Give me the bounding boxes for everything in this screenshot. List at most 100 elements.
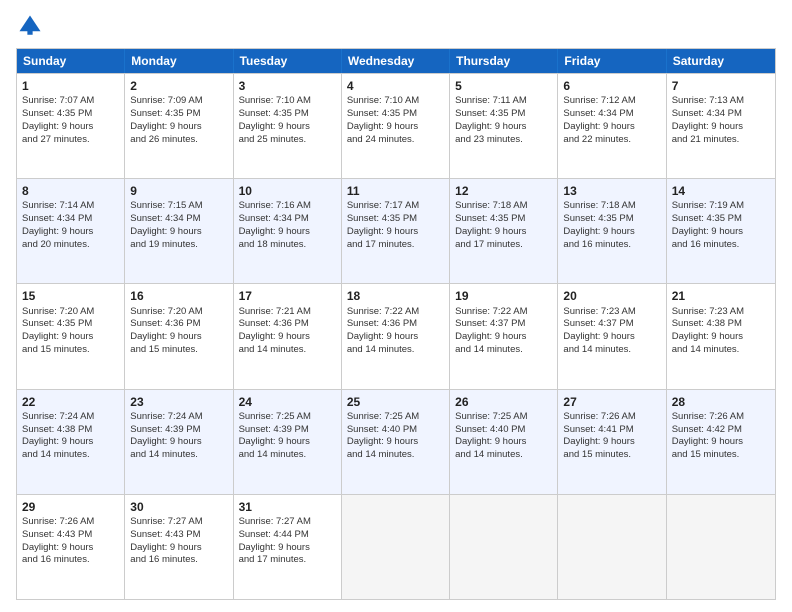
day-info-line: Sunrise: 7:26 AM	[22, 516, 119, 529]
day-number: 26	[455, 394, 552, 410]
calendar-cell-15: 15Sunrise: 7:20 AMSunset: 4:35 PMDayligh…	[17, 284, 125, 388]
day-info-line: Sunrise: 7:22 AM	[347, 306, 444, 319]
day-info-line: Daylight: 9 hours	[455, 121, 552, 134]
day-info-line: Sunset: 4:34 PM	[130, 213, 227, 226]
day-info-line: and 14 minutes.	[455, 344, 552, 357]
day-info-line: and 15 minutes.	[22, 344, 119, 357]
day-info-line: and 17 minutes.	[347, 239, 444, 252]
day-info-line: Sunset: 4:34 PM	[563, 108, 660, 121]
day-info-line: Sunrise: 7:23 AM	[563, 306, 660, 319]
day-header-friday: Friday	[558, 49, 666, 73]
day-info-line: Sunset: 4:40 PM	[347, 424, 444, 437]
day-info-line: Daylight: 9 hours	[239, 542, 336, 555]
day-info-line: Sunset: 4:39 PM	[239, 424, 336, 437]
day-info-line: Daylight: 9 hours	[347, 331, 444, 344]
calendar-cell-3: 3Sunrise: 7:10 AMSunset: 4:35 PMDaylight…	[234, 74, 342, 178]
calendar: SundayMondayTuesdayWednesdayThursdayFrid…	[16, 48, 776, 600]
day-info-line: and 19 minutes.	[130, 239, 227, 252]
day-info-line: Daylight: 9 hours	[22, 331, 119, 344]
calendar-cell-10: 10Sunrise: 7:16 AMSunset: 4:34 PMDayligh…	[234, 179, 342, 283]
calendar-cell-16: 16Sunrise: 7:20 AMSunset: 4:36 PMDayligh…	[125, 284, 233, 388]
day-info-line: Sunrise: 7:11 AM	[455, 95, 552, 108]
day-info-line: Sunrise: 7:27 AM	[239, 516, 336, 529]
day-info-line: and 26 minutes.	[130, 134, 227, 147]
day-number: 9	[130, 183, 227, 199]
day-info-line: Daylight: 9 hours	[455, 331, 552, 344]
day-info-line: Sunrise: 7:18 AM	[563, 200, 660, 213]
day-header-tuesday: Tuesday	[234, 49, 342, 73]
calendar-cell-29: 29Sunrise: 7:26 AMSunset: 4:43 PMDayligh…	[17, 495, 125, 599]
day-info-line: and 25 minutes.	[239, 134, 336, 147]
day-number: 23	[130, 394, 227, 410]
calendar-row-2: 8Sunrise: 7:14 AMSunset: 4:34 PMDaylight…	[17, 178, 775, 283]
calendar-cell-23: 23Sunrise: 7:24 AMSunset: 4:39 PMDayligh…	[125, 390, 233, 494]
day-header-saturday: Saturday	[667, 49, 775, 73]
calendar-cell-19: 19Sunrise: 7:22 AMSunset: 4:37 PMDayligh…	[450, 284, 558, 388]
day-info-line: Sunrise: 7:21 AM	[239, 306, 336, 319]
day-info-line: Sunset: 4:36 PM	[347, 318, 444, 331]
day-info-line: Daylight: 9 hours	[22, 121, 119, 134]
day-number: 6	[563, 78, 660, 94]
day-number: 25	[347, 394, 444, 410]
day-info-line: Daylight: 9 hours	[22, 542, 119, 555]
day-info-line: Sunrise: 7:10 AM	[239, 95, 336, 108]
calendar-cell-13: 13Sunrise: 7:18 AMSunset: 4:35 PMDayligh…	[558, 179, 666, 283]
calendar-cell-18: 18 Sunrise: 7:22 AMSunset: 4:36 PMDayligh…	[342, 284, 450, 388]
day-info-line: Daylight: 9 hours	[22, 436, 119, 449]
day-info-line: Sunrise: 7:25 AM	[455, 411, 552, 424]
day-info-line: Sunset: 4:37 PM	[563, 318, 660, 331]
calendar-cell-5: 5Sunrise: 7:11 AMSunset: 4:35 PMDaylight…	[450, 74, 558, 178]
logo-icon	[16, 12, 44, 40]
day-info-line: and 24 minutes.	[347, 134, 444, 147]
day-info-line: Daylight: 9 hours	[347, 121, 444, 134]
day-info-line: Sunset: 4:39 PM	[130, 424, 227, 437]
day-info-line: Sunset: 4:34 PM	[22, 213, 119, 226]
day-info-line: Daylight: 9 hours	[563, 226, 660, 239]
calendar-cell-26: 26Sunrise: 7:25 AMSunset: 4:40 PMDayligh…	[450, 390, 558, 494]
day-info-line: Sunrise: 7:12 AM	[563, 95, 660, 108]
day-info-line: Sunset: 4:35 PM	[347, 213, 444, 226]
day-info-line: Sunrise: 7:24 AM	[22, 411, 119, 424]
day-info-line: and 14 minutes.	[672, 344, 770, 357]
day-info-line: Sunset: 4:35 PM	[455, 108, 552, 121]
day-info-line: and 16 minutes.	[672, 239, 770, 252]
calendar-cell-11: 11Sunrise: 7:17 AMSunset: 4:35 PMDayligh…	[342, 179, 450, 283]
calendar-row-4: 22Sunrise: 7:24 AMSunset: 4:38 PMDayligh…	[17, 389, 775, 494]
day-info-line: Sunrise: 7:13 AM	[672, 95, 770, 108]
day-info-line: Sunrise: 7:26 AM	[672, 411, 770, 424]
day-info-line: Sunset: 4:36 PM	[239, 318, 336, 331]
empty-cell	[450, 495, 558, 599]
day-info-line: Sunset: 4:35 PM	[130, 108, 227, 121]
day-info-line: Sunset: 4:35 PM	[455, 213, 552, 226]
day-info-line: Daylight: 9 hours	[347, 436, 444, 449]
day-info-line: Sunrise: 7:22 AM	[455, 306, 552, 319]
day-number: 7	[672, 78, 770, 94]
day-info-line: Sunrise: 7:23 AM	[672, 306, 770, 319]
day-info-line: Sunset: 4:38 PM	[22, 424, 119, 437]
day-number: 31	[239, 499, 336, 515]
day-number: 28	[672, 394, 770, 410]
calendar-cell-4: 4Sunrise: 7:10 AMSunset: 4:35 PMDaylight…	[342, 74, 450, 178]
calendar-cell-30: 30Sunrise: 7:27 AMSunset: 4:43 PMDayligh…	[125, 495, 233, 599]
day-number: 19	[455, 288, 552, 304]
calendar-cell-28: 28Sunrise: 7:26 AMSunset: 4:42 PMDayligh…	[667, 390, 775, 494]
day-number: 18	[347, 288, 444, 304]
day-number: 14	[672, 183, 770, 199]
day-number: 13	[563, 183, 660, 199]
calendar-header: SundayMondayTuesdayWednesdayThursdayFrid…	[17, 49, 775, 73]
day-number: 3	[239, 78, 336, 94]
day-number: 27	[563, 394, 660, 410]
day-info-line: and 14 minutes.	[563, 344, 660, 357]
day-info-line: and 22 minutes.	[563, 134, 660, 147]
day-info-line: Sunrise: 7:24 AM	[130, 411, 227, 424]
day-header-thursday: Thursday	[450, 49, 558, 73]
day-number: 10	[239, 183, 336, 199]
day-number: 21	[672, 288, 770, 304]
day-info-line: and 14 minutes.	[239, 344, 336, 357]
calendar-cell-7: 7Sunrise: 7:13 AMSunset: 4:34 PMDaylight…	[667, 74, 775, 178]
calendar-cell-2: 2Sunrise: 7:09 AMSunset: 4:35 PMDaylight…	[125, 74, 233, 178]
day-info-line: Sunset: 4:35 PM	[22, 108, 119, 121]
page: SundayMondayTuesdayWednesdayThursdayFrid…	[0, 0, 792, 612]
day-info-line: Daylight: 9 hours	[563, 436, 660, 449]
calendar-cell-1: 1Sunrise: 7:07 AMSunset: 4:35 PMDaylight…	[17, 74, 125, 178]
